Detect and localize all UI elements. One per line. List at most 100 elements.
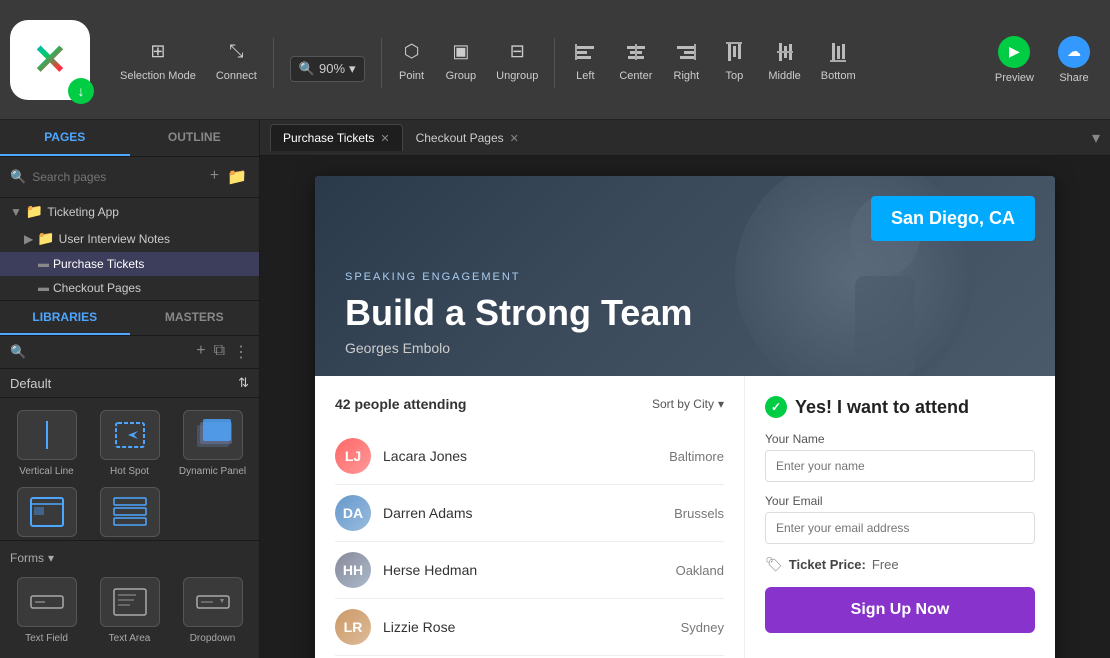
tab-masters[interactable]: MASTERS [130, 301, 260, 335]
tab-bar-overflow-icon[interactable]: ▾ [1092, 128, 1100, 148]
text-field-icon [17, 577, 77, 627]
library-selector[interactable]: Default ⇅ [0, 369, 259, 398]
widget-text-area[interactable]: Text Area [93, 577, 166, 644]
selection-mode-label: Selection Mode [120, 70, 196, 82]
widget-repeater[interactable]: Repeater [93, 487, 166, 540]
preview-button[interactable]: ▶ Preview [985, 30, 1044, 90]
widget-grid: Vertical Line Hot Spot [0, 398, 259, 540]
hero-subtitle: Georges Embolo [345, 340, 1025, 356]
add-page-icon[interactable]: + [208, 165, 221, 189]
align-top-tool[interactable]: Top [710, 32, 758, 88]
email-label: Your Email [765, 494, 1035, 508]
widget-inline-frame[interactable]: Inline Frame [10, 487, 83, 540]
align-middle-icon [771, 38, 799, 66]
ticket-price-label: Ticket Price: [789, 557, 866, 572]
sidebar: PAGES OUTLINE 🔍 + 📁 ▼ 📁 Ticketing App ▶ … [0, 120, 260, 658]
tab-outline[interactable]: OUTLINE [130, 120, 260, 156]
tree-item-checkout-pages[interactable]: ▬ Checkout Pages [0, 276, 259, 300]
ungroup-icon: ⊟ [503, 38, 531, 66]
point-tool[interactable]: ⬡ Point [388, 32, 436, 88]
forms-header[interactable]: Forms ▾ [10, 547, 249, 569]
expand-icon: ▼ [10, 205, 22, 219]
align-left-icon [571, 38, 599, 66]
lib-selector-chevron-icon: ⇅ [238, 375, 249, 391]
align-middle-tool[interactable]: Middle [758, 32, 810, 88]
tree-item-user-interview[interactable]: ▶ 📁 User Interview Notes [0, 225, 259, 252]
align-left-tool[interactable]: Left [561, 32, 609, 88]
check-circle-icon: ✓ [765, 396, 787, 418]
tab-purchase-tickets-close-icon[interactable]: ✕ [380, 132, 389, 145]
tree-item-ticketing-app[interactable]: ▼ 📁 Ticketing App [0, 198, 259, 225]
ticket-price-value: Free [872, 557, 899, 572]
sidebar-pages-section: PAGES OUTLINE 🔍 + 📁 ▼ 📁 Ticketing App ▶ … [0, 120, 259, 300]
sidebar-libraries-section: LIBRARIES MASTERS 🔍 + ⧉ ⋮ Default ⇅ [0, 300, 259, 658]
attendee-city-lizzie: Sydney [681, 620, 724, 635]
lib-add-icon[interactable]: + [196, 342, 205, 362]
sidebar-action-icons: + 📁 [208, 165, 249, 189]
ungroup-tool[interactable]: ⊟ Ungroup [486, 32, 548, 88]
tree-item-purchase-tickets[interactable]: ▬ Purchase Tickets [0, 252, 259, 276]
attendee-name-lizzie: Lizzie Rose [383, 619, 669, 635]
repeater-icon [100, 487, 160, 537]
ungroup-label: Ungroup [496, 70, 538, 82]
lib-more-icon[interactable]: ⋮ [233, 342, 249, 362]
align-right-tool[interactable]: Right [662, 32, 710, 88]
tree-label-checkout-pages: Checkout Pages [53, 281, 141, 295]
signup-title: ✓ Yes! I want to attend [765, 396, 1035, 418]
zoom-control-wrapper[interactable]: 🔍 90% ▾ [280, 50, 375, 88]
align-bottom-tool[interactable]: Bottom [811, 32, 866, 88]
main-layout: PAGES OUTLINE 🔍 + 📁 ▼ 📁 Ticketing App ▶ … [0, 120, 1110, 658]
toolbar: ✕ ↓ ⊞ Selection Mode ⤡ Connect 🔍 90% ▾ ⬡… [0, 0, 1110, 120]
align-top-label: Top [726, 70, 744, 82]
tab-libraries[interactable]: LIBRARIES [0, 301, 130, 335]
forms-widget-grid: Text Field Text Area Dropdown [10, 569, 249, 652]
tab-pages[interactable]: PAGES [0, 120, 130, 156]
email-form-group: Your Email [765, 494, 1035, 544]
attendee-name-darren: Darren Adams [383, 505, 662, 521]
attendee-city-lacara: Baltimore [669, 449, 724, 464]
share-button[interactable]: ☁ Share [1048, 30, 1100, 90]
attendee-city-herse: Oakland [676, 563, 724, 578]
sidebar-tab-bar: PAGES OUTLINE [0, 120, 259, 157]
tab-checkout-pages-close-icon[interactable]: ✕ [510, 132, 519, 145]
tool-group-main: ⊞ Selection Mode ⤡ Connect 🔍 90% ▾ ⬡ Poi… [100, 32, 866, 88]
widget-dropdown[interactable]: Dropdown [176, 577, 249, 644]
widget-dynamic-panel[interactable]: Dynamic Panel [176, 410, 249, 477]
tab-purchase-tickets-label: Purchase Tickets [283, 131, 374, 145]
tab-purchase-tickets[interactable]: Purchase Tickets ✕ [270, 124, 403, 151]
content-area: Purchase Tickets ✕ Checkout Pages ✕ ▾ [260, 120, 1110, 658]
lib-duplicate-icon[interactable]: ⧉ [214, 342, 225, 362]
tree-label-user-interview: User Interview Notes [59, 232, 170, 246]
name-form-group: Your Name [765, 432, 1035, 482]
zoom-selector[interactable]: 🔍 90% ▾ [290, 56, 365, 82]
group-tool[interactable]: ▣ Group [436, 32, 487, 88]
tab-checkout-pages[interactable]: Checkout Pages ✕ [403, 124, 532, 151]
email-input[interactable] [765, 512, 1035, 544]
signup-button[interactable]: Sign Up Now [765, 587, 1035, 633]
hot-spot-icon [100, 410, 160, 460]
selection-mode-tool[interactable]: ⊞ Selection Mode [110, 32, 206, 88]
widget-text-field[interactable]: Text Field [10, 577, 83, 644]
dynamic-panel-icon [183, 410, 243, 460]
name-input[interactable] [765, 450, 1035, 482]
point-icon: ⬡ [398, 38, 426, 66]
attendee-row-lacara: LJ Lacara Jones Baltimore [335, 428, 724, 485]
pages-search-input[interactable] [32, 170, 202, 184]
search-icon: 🔍 [10, 169, 26, 185]
sort-control[interactable]: Sort by City ▾ [652, 397, 724, 411]
inline-frame-icon [17, 487, 77, 537]
page-frame: SPEAKING ENGAGEMENT Build a Strong Team … [315, 176, 1055, 658]
lib-action-icons: + ⧉ ⋮ [196, 342, 249, 362]
widget-vertical-line[interactable]: Vertical Line [10, 410, 83, 477]
align-bottom-icon [824, 38, 852, 66]
toolbar-divider-1 [273, 38, 274, 88]
connect-tool[interactable]: ⤡ Connect [206, 32, 267, 88]
toolbar-divider-2 [381, 38, 382, 88]
logo-text: ✕ [32, 35, 67, 84]
tree-label-ticketing-app: Ticketing App [47, 205, 119, 219]
align-center-tool[interactable]: Center [609, 32, 662, 88]
add-folder-icon[interactable]: 📁 [225, 165, 249, 189]
widget-hot-spot[interactable]: Hot Spot [93, 410, 166, 477]
align-center-label: Center [619, 70, 652, 82]
align-middle-label: Middle [768, 70, 800, 82]
